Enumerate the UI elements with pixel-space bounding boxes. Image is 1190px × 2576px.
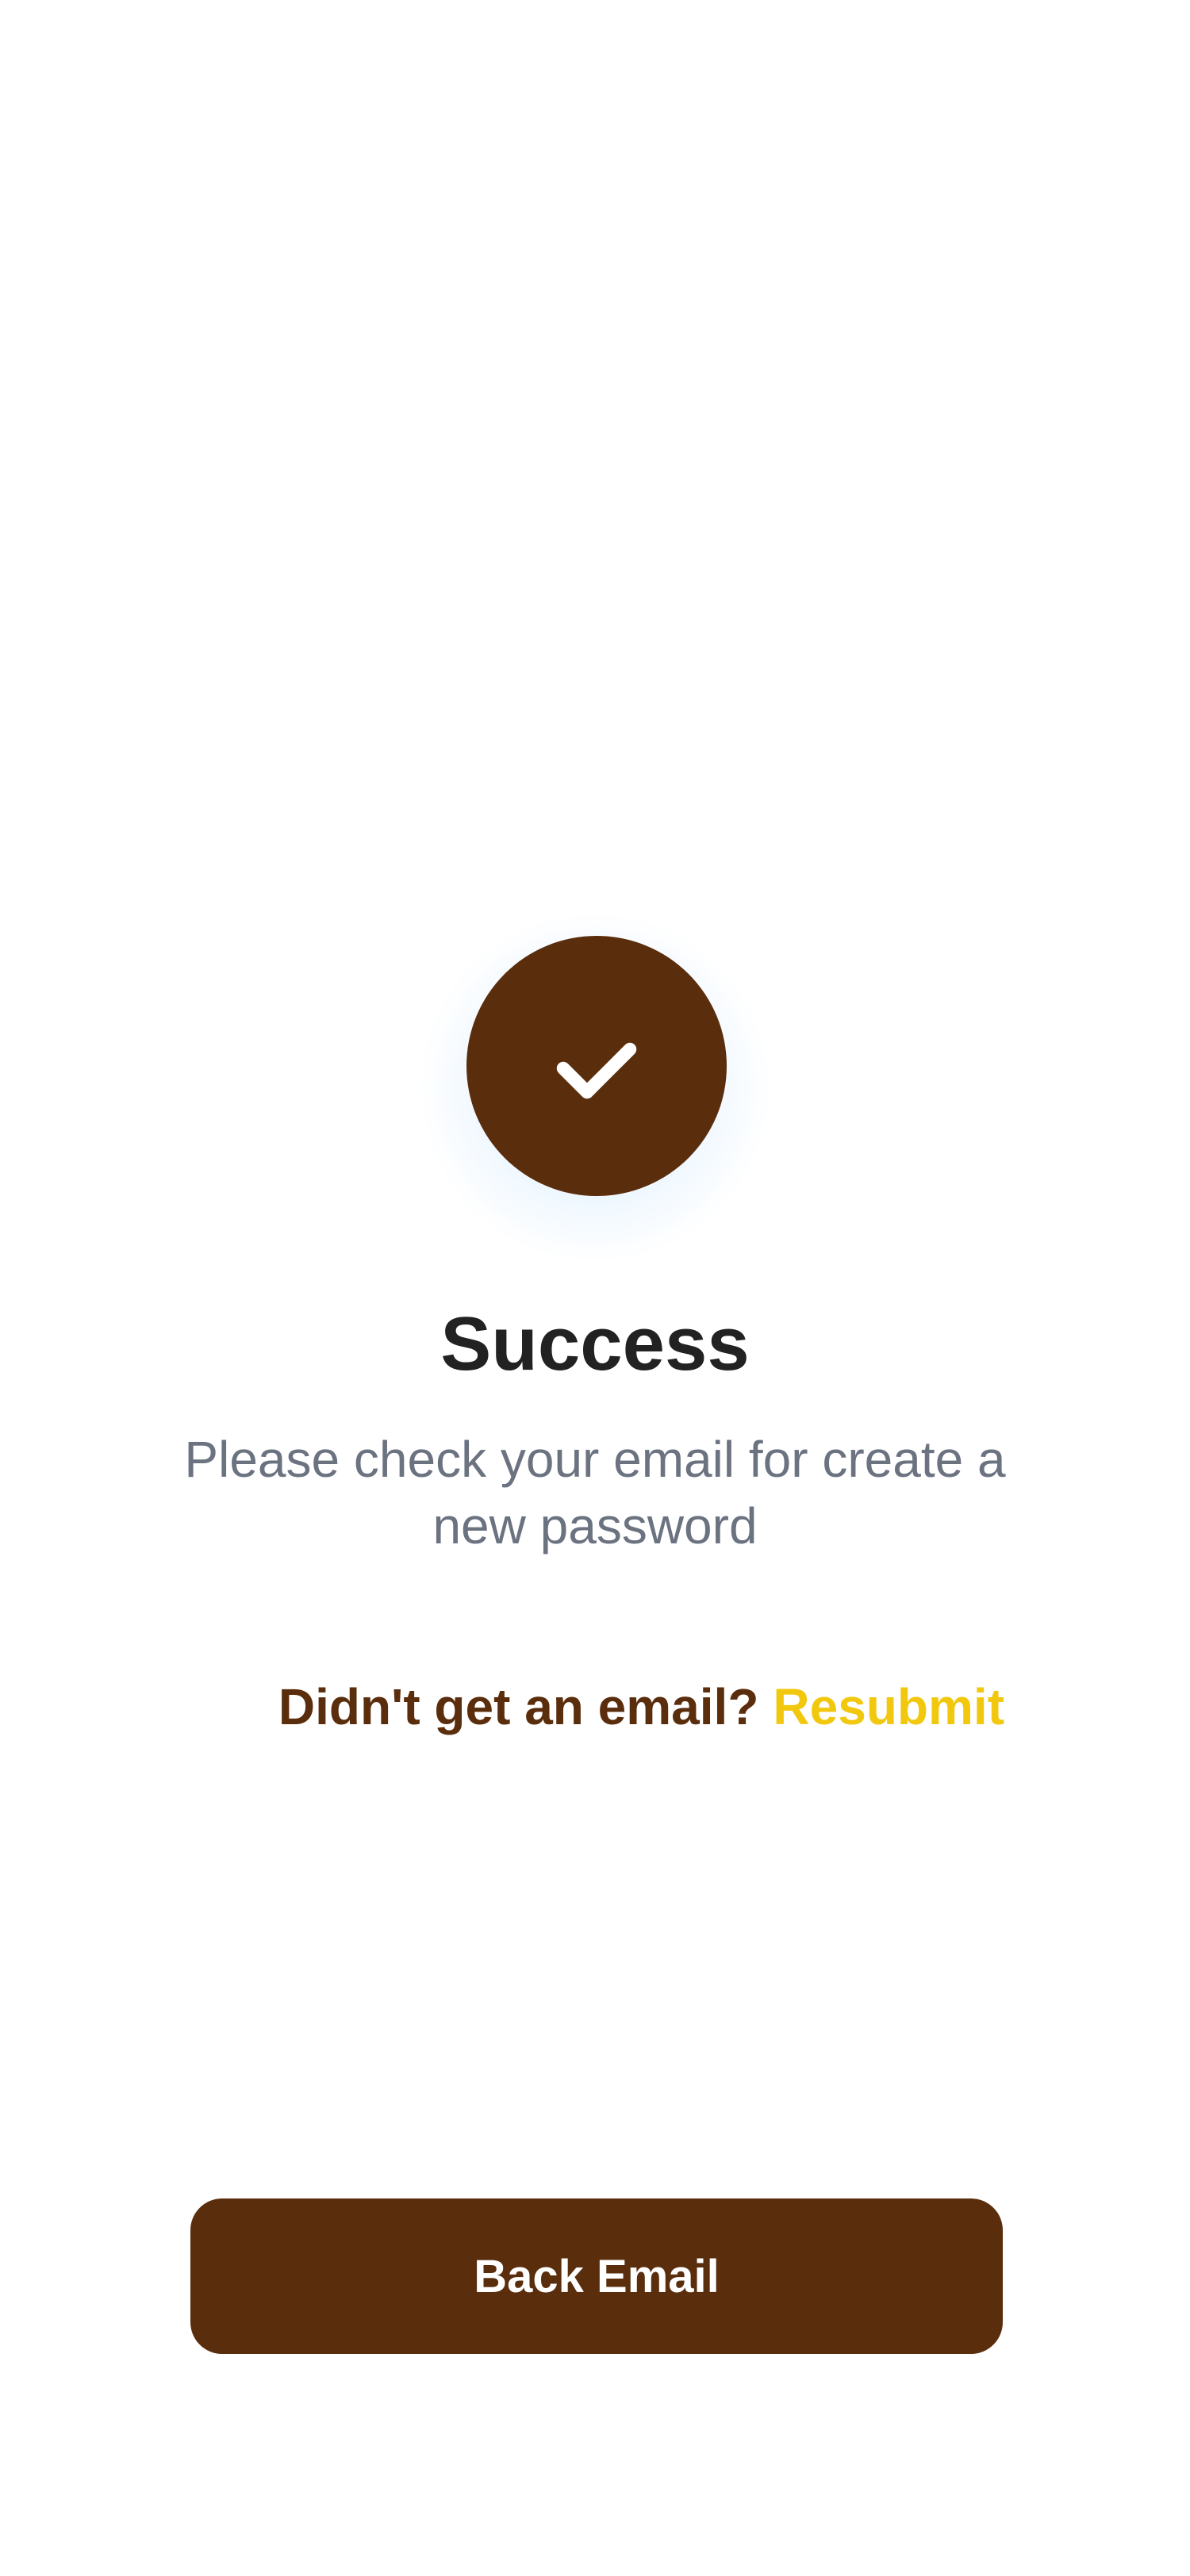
success-message: Please check your email for create a new… [184,1431,1006,1554]
back-email-button-label: Back Email [474,2250,720,2302]
page-title: Success [440,1301,750,1386]
success-badge [466,936,727,1196]
success-screen: Success Please check your email for crea… [0,0,1190,2576]
resubmit-link[interactable]: Resubmit [773,1677,1004,1736]
resend-row: Didn't get an email? Resubmit [278,1673,1004,1740]
back-email-button[interactable]: Back Email [190,2198,1003,2354]
check-icon [556,1042,637,1099]
resend-question: Didn't get an email? [278,1678,759,1735]
